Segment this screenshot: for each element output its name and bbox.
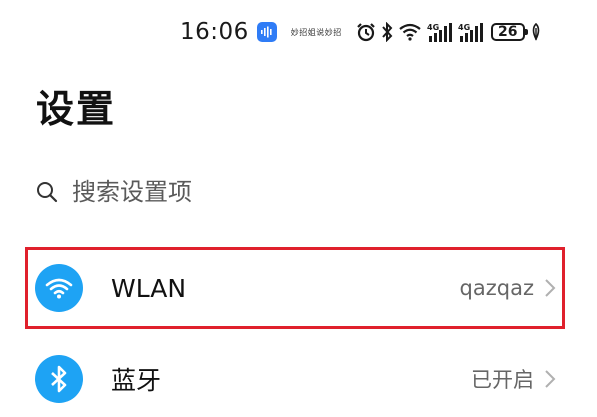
settings-item-value: qazqaz — [459, 276, 534, 300]
leaf-icon — [531, 23, 541, 41]
bluetooth-icon — [381, 22, 393, 42]
page-title: 设置 — [36, 87, 117, 131]
voice-assistant-icon — [256, 22, 277, 42]
network-label: 4G — [458, 23, 470, 32]
search-icon — [36, 181, 58, 203]
settings-item-wlan[interactable]: WLAN qazqaz — [30, 250, 564, 326]
settings-item-label: 蓝牙 — [111, 366, 162, 395]
settings-item-bluetooth[interactable]: 蓝牙 已开启 — [30, 341, 564, 417]
alarm-icon — [356, 22, 376, 42]
network-label: 4G — [427, 23, 439, 32]
chevron-right-icon — [544, 368, 558, 390]
search-input[interactable] — [72, 178, 472, 206]
bluetooth-icon — [35, 355, 83, 403]
settings-item-label: WLAN — [111, 273, 187, 303]
brand-watermark: 妙招姐说妙招 — [290, 27, 342, 37]
4g-signal-icon: 4G — [427, 22, 453, 42]
chevron-right-icon — [544, 277, 558, 299]
status-time: 16:06 — [180, 19, 249, 45]
4g-signal-icon: 4G — [458, 22, 484, 42]
settings-item-value: 已开启 — [471, 368, 534, 392]
search-bar[interactable] — [36, 172, 561, 212]
wifi-icon — [398, 23, 422, 41]
battery-icon: 26 — [490, 23, 528, 41]
status-bar: 16:06 妙招姐说妙招 4G 4G 26 — [180, 14, 580, 50]
wifi-icon — [35, 264, 83, 312]
